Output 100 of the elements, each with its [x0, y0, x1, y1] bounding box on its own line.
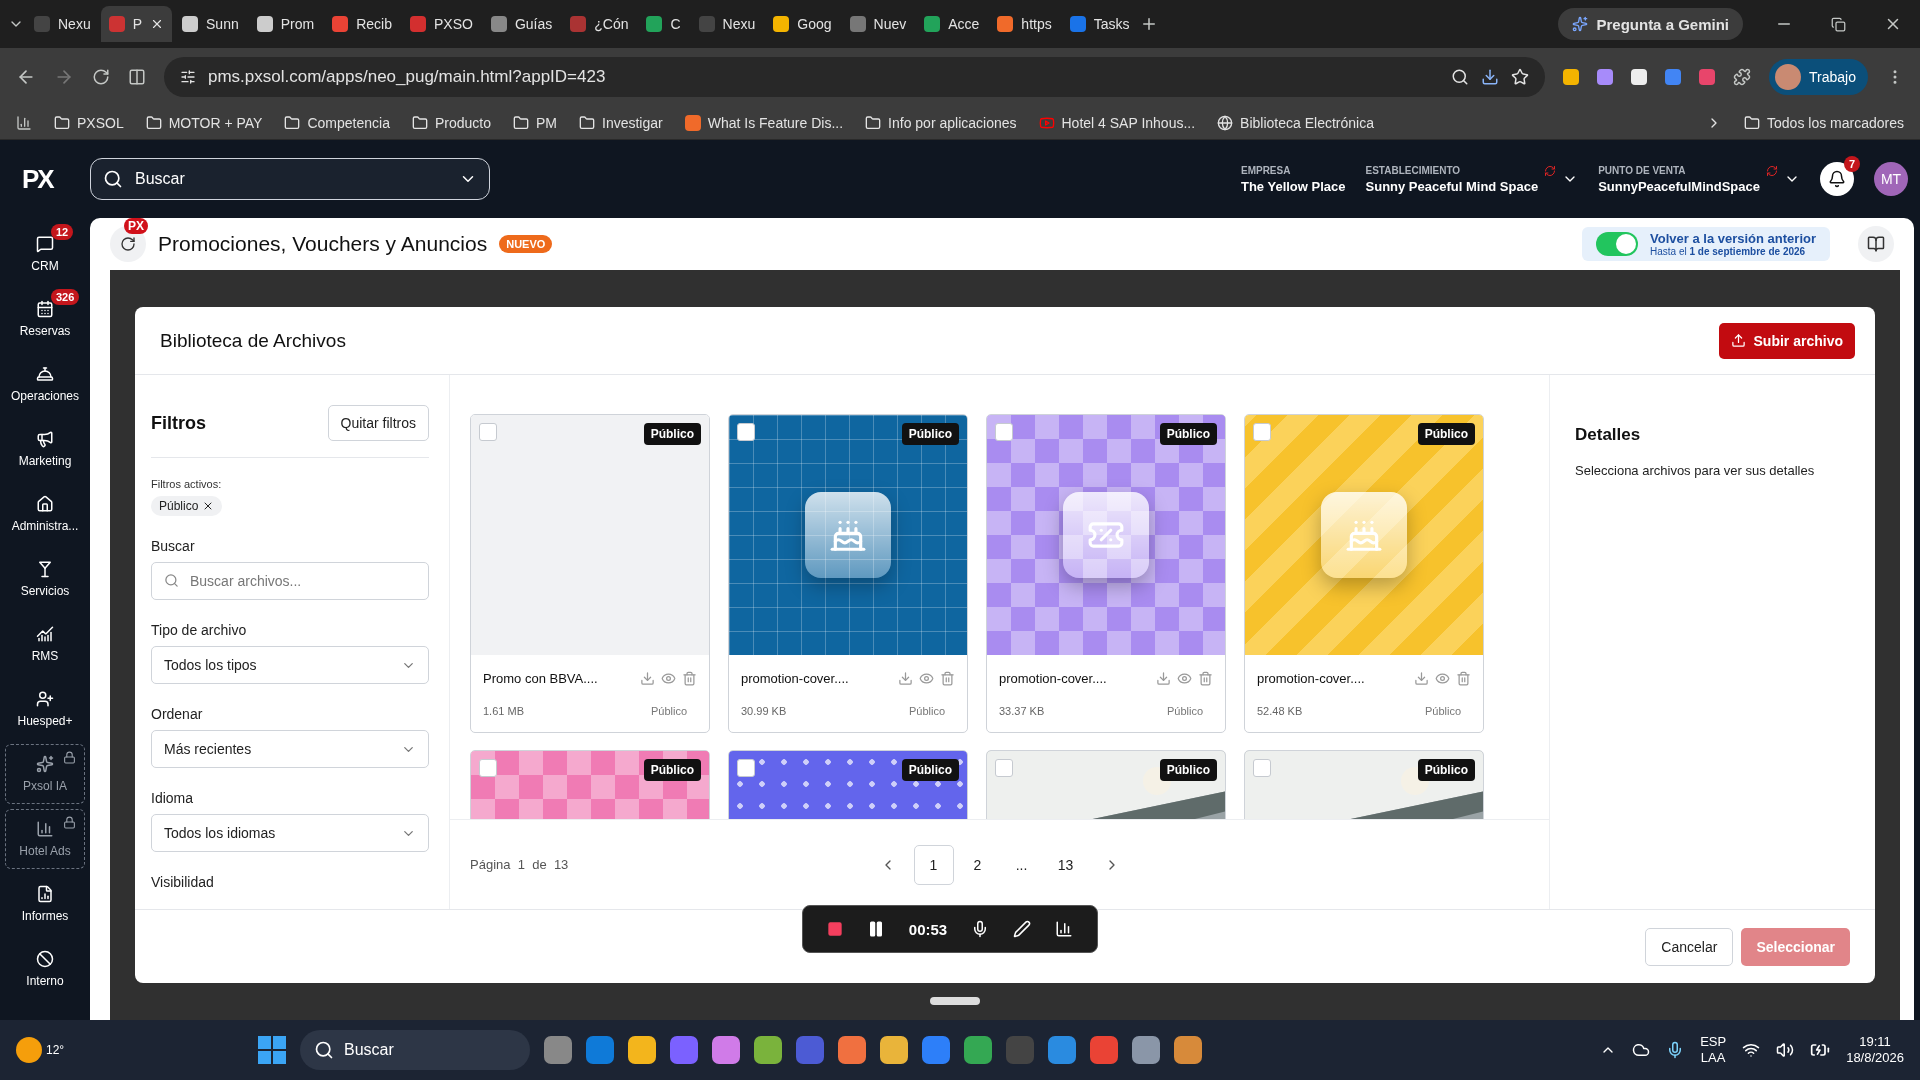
cancel-button[interactable]: Cancelar: [1645, 927, 1734, 966]
search-field[interactable]: Buscar archivos...: [151, 562, 429, 600]
bookmark[interactable]: PXSOL: [54, 114, 124, 131]
app-icon[interactable]: [754, 1036, 782, 1064]
stop-icon[interactable]: [826, 921, 843, 937]
app-icon[interactable]: [1090, 1036, 1118, 1064]
select-checkbox[interactable]: [737, 423, 755, 441]
select-checkbox[interactable]: [995, 423, 1013, 441]
app-icon[interactable]: [922, 1036, 950, 1064]
page-button[interactable]: 2: [957, 844, 998, 885]
app-icon[interactable]: [586, 1036, 614, 1064]
delete-icon[interactable]: [940, 670, 955, 686]
browser-tab[interactable]: https: [989, 6, 1060, 42]
browser-tab[interactable]: Guías: [482, 6, 561, 42]
context-value[interactable]: The Yellow Place: [1240, 178, 1346, 194]
select-checkbox[interactable]: [479, 759, 497, 777]
drag-handle[interactable]: [930, 997, 980, 1005]
all-bookmarks[interactable]: Todos los marcadores: [1744, 114, 1904, 131]
app-icon[interactable]: [544, 1036, 572, 1064]
bookmark[interactable]: Biblioteca Electrónica: [1217, 114, 1374, 131]
notification-button[interactable]: [1820, 162, 1854, 196]
browser-tab[interactable]: Nexu: [26, 6, 99, 42]
app-icon[interactable]: [1048, 1036, 1076, 1064]
start-icon[interactable]: [258, 1036, 286, 1064]
context-value[interactable]: SunnyPeacefulMindSpace: [1598, 178, 1760, 194]
bookmark[interactable]: PM: [513, 114, 557, 131]
browser-tab[interactable]: Sunn: [174, 6, 247, 42]
browser-tab[interactable]: Nuev: [841, 6, 915, 42]
sidebar-item[interactable]: Pxsol IA: [5, 744, 85, 804]
app-icon[interactable]: [670, 1036, 698, 1064]
taskbar-search[interactable]: Buscar: [300, 1030, 530, 1070]
bookmark-star-icon[interactable]: [1511, 68, 1530, 86]
browser-tab[interactable]: Acce: [916, 6, 988, 42]
bookmark[interactable]: Investigar: [579, 114, 663, 131]
file-card[interactable]: Público: [1244, 750, 1484, 819]
preview-icon[interactable]: [919, 670, 934, 686]
bookmark[interactable]: Competencia: [284, 114, 390, 131]
browser-tab[interactable]: C: [638, 6, 689, 42]
extensions-icon[interactable]: [1733, 68, 1752, 86]
restore-icon[interactable]: [1831, 16, 1846, 32]
legacy-toggle[interactable]: [1596, 232, 1639, 256]
preview-icon[interactable]: [1435, 670, 1450, 686]
file-card[interactable]: Público: [986, 750, 1226, 819]
sidebar-item[interactable]: Administra...: [5, 484, 85, 544]
file-card[interactable]: Público promotion-cover.... 33.37 KB Público: [986, 414, 1226, 733]
bookmark[interactable]: Producto: [411, 114, 491, 131]
sidebar-item[interactable]: Marketing: [5, 419, 85, 479]
gemini-button[interactable]: Pregunta a Gemini: [1558, 8, 1743, 40]
sidebar-item[interactable]: Informes: [5, 874, 85, 934]
reload-icon[interactable]: [92, 68, 110, 86]
sidebar-item[interactable]: Operaciones: [5, 354, 85, 414]
preview-icon[interactable]: [661, 670, 676, 686]
download-icon[interactable]: [1414, 670, 1429, 686]
install-icon[interactable]: [1481, 68, 1500, 86]
split-view-icon[interactable]: [128, 68, 146, 86]
browser-tab[interactable]: PXSO: [402, 6, 481, 42]
browser-tab[interactable]: P: [100, 6, 173, 42]
filter-chip[interactable]: Público: [151, 496, 223, 516]
clear-filters-button[interactable]: Quitar filtros: [327, 405, 429, 441]
select-field[interactable]: Todos los idiomas: [151, 814, 429, 852]
search-icon[interactable]: [1451, 68, 1470, 86]
app-icon[interactable]: [880, 1036, 908, 1064]
sidebar-item[interactable]: Hotel Ads: [5, 809, 85, 869]
user-avatar[interactable]: MT: [1874, 162, 1908, 196]
search-field[interactable]: Buscar: [90, 158, 490, 200]
select-checkbox[interactable]: [995, 759, 1013, 777]
clock[interactable]: 19:11 18/8/2026: [1846, 1033, 1904, 1067]
select-checkbox[interactable]: [479, 423, 497, 441]
app-icon[interactable]: [1132, 1036, 1160, 1064]
page-button[interactable]: 13: [1045, 844, 1086, 885]
sidebar-item[interactable]: Interno: [5, 939, 85, 999]
volume-icon[interactable]: [1776, 1041, 1795, 1059]
file-card[interactable]: Público: [728, 750, 968, 819]
select-checkbox[interactable]: [1253, 759, 1271, 777]
select-checkbox[interactable]: [1253, 423, 1271, 441]
sidebar-item[interactable]: RMS: [5, 614, 85, 674]
delete-icon[interactable]: [1198, 670, 1213, 686]
pen-icon[interactable]: [1013, 920, 1032, 938]
preview-icon[interactable]: [1177, 670, 1192, 686]
download-icon[interactable]: [898, 670, 913, 686]
address-bar[interactable]: pms.pxsol.com/apps/neo_pug/main.html?appID=423: [164, 57, 1546, 97]
page-button[interactable]: 1: [913, 844, 954, 885]
bookmark[interactable]: What Is Feature Dis...: [684, 114, 844, 131]
sidebar-item[interactable]: Reservas 326: [5, 289, 85, 349]
delete-icon[interactable]: [682, 670, 697, 686]
sidebar-item[interactable]: Servicios: [5, 549, 85, 609]
select-field[interactable]: Todos los tipos: [151, 646, 429, 684]
bookmark[interactable]: MOTOR + PAY: [145, 114, 263, 131]
file-card[interactable]: Público promotion-cover.... 52.48 KB Público: [1244, 414, 1484, 733]
app-icon[interactable]: [838, 1036, 866, 1064]
browser-tab[interactable]: ¿Cón: [562, 6, 637, 42]
context-value[interactable]: Sunny Peaceful Mind Space: [1365, 178, 1539, 194]
cloud-icon[interactable]: [1632, 1041, 1651, 1059]
app-icon[interactable]: [964, 1036, 992, 1064]
guide-button[interactable]: [1858, 226, 1894, 262]
file-card[interactable]: Público Promo con BBVA.... 1.61 MB Público: [470, 414, 710, 733]
extension-icon[interactable]: [1597, 69, 1614, 85]
extension-icon[interactable]: [1631, 69, 1648, 85]
app-icon[interactable]: [1174, 1036, 1202, 1064]
language-indicator[interactable]: ESP LAA: [1700, 1033, 1727, 1067]
